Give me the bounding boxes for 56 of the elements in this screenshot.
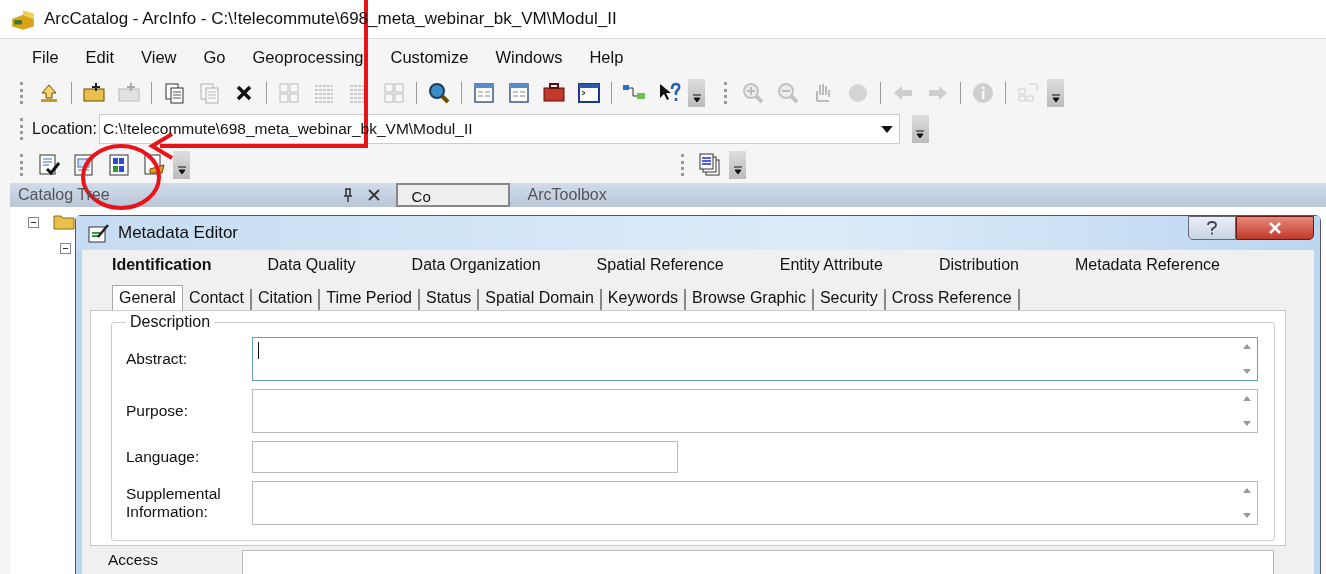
menu-item[interactable]: File	[32, 47, 59, 67]
caret-icon	[1050, 93, 1061, 103]
question-mark-icon	[1206, 221, 1218, 235]
field-label: Access	[108, 550, 159, 569]
menu-item[interactable]: Geoprocessing	[252, 47, 364, 67]
section-tab[interactable]: Data Quality	[267, 256, 356, 274]
field-label: Purpose:	[126, 402, 190, 420]
location-label: Location:	[32, 120, 97, 138]
section-tab[interactable]: Identification	[112, 256, 212, 274]
dropdown-arrow-icon[interactable]	[880, 125, 893, 133]
field-label: Abstract:	[126, 350, 189, 368]
section-tab[interactable]: Data Organization	[411, 256, 541, 274]
tab[interactable]: General	[112, 285, 183, 310]
toolbar-options-button[interactable]	[729, 151, 746, 179]
menu-item[interactable]: Windows	[495, 47, 563, 67]
edit-document-icon	[88, 223, 110, 243]
menu-item[interactable]: Go	[203, 47, 226, 67]
close-icon[interactable]	[367, 189, 380, 201]
folder-icon	[53, 214, 75, 230]
field-label: Supplemental Information:	[126, 485, 222, 521]
caret-icon	[176, 165, 187, 175]
caret-icon	[691, 93, 702, 103]
scroll-up-icon[interactable]	[1243, 488, 1251, 493]
input-field[interactable]	[252, 441, 678, 473]
panel-title[interactable]: ArcToolbox	[527, 186, 607, 204]
text-area[interactable]	[252, 337, 1258, 381]
group-title: Description	[129, 313, 212, 331]
section-tab[interactable]: Metadata Reference	[1074, 256, 1220, 274]
caret-icon	[915, 129, 926, 139]
section-tab[interactable]: Spatial Reference	[596, 256, 724, 274]
menu-item[interactable]: Customize	[390, 47, 469, 67]
section-tab[interactable]: Distribution	[938, 256, 1019, 274]
toolbar-options-button[interactable]	[688, 79, 705, 107]
menu-item[interactable]: View	[141, 47, 177, 67]
toolbar-options-button[interactable]	[1047, 79, 1064, 107]
scroll-down-icon[interactable]	[1243, 421, 1251, 426]
close-icon	[1267, 222, 1283, 234]
panel-tab[interactable]: Co	[395, 183, 510, 207]
menu-item[interactable]: Help	[589, 47, 624, 67]
caret-icon	[732, 165, 743, 175]
toolbar-options-button[interactable]	[173, 151, 190, 179]
scroll-down-icon[interactable]	[1243, 513, 1251, 518]
close-button[interactable]	[1236, 216, 1314, 240]
collapse-icon[interactable]	[28, 217, 39, 228]
collapse-icon[interactable]	[60, 243, 71, 254]
dialog-title: Metadata Editor	[118, 223, 238, 243]
menu-item[interactable]: Edit	[85, 47, 115, 67]
scroll-up-icon[interactable]	[1243, 396, 1251, 401]
scroll-up-icon[interactable]	[1243, 344, 1251, 349]
app-icon	[10, 8, 36, 30]
section-tab[interactable]: Entity Attribute	[779, 256, 883, 274]
scroll-down-icon[interactable]	[1243, 369, 1251, 374]
pin-icon[interactable]	[341, 188, 354, 202]
field-label: Language:	[126, 448, 201, 466]
help-button[interactable]	[1188, 216, 1236, 240]
toolbar-options-button[interactable]	[911, 115, 929, 143]
